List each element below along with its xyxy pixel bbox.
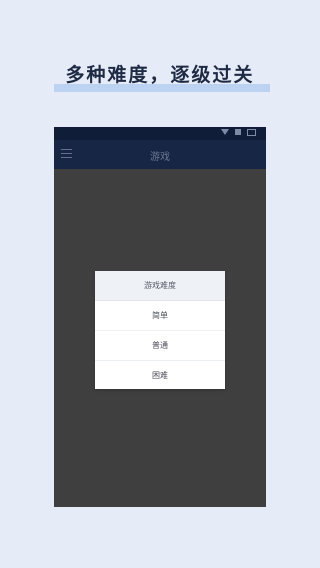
difficulty-option-hard[interactable]: 困难: [95, 361, 225, 390]
signal-icon: [235, 129, 241, 135]
difficulty-option-easy[interactable]: 简单: [95, 301, 225, 331]
dialog-title: 游戏难度: [95, 271, 225, 301]
difficulty-dialog: 游戏难度 简单 普通 困难: [95, 271, 225, 389]
wifi-icon: [221, 129, 229, 135]
status-bar: [54, 127, 266, 140]
promo-title: 多种难度，逐级过关: [65, 64, 255, 86]
status-icons: [221, 129, 256, 136]
app-title: 游戏: [150, 152, 170, 163]
battery-icon: [247, 129, 256, 136]
app-bar: 游戏: [54, 140, 266, 169]
phone-screenshot: 游戏 游戏难度 简单 普通 困难: [54, 127, 266, 507]
difficulty-option-normal[interactable]: 普通: [95, 331, 225, 361]
